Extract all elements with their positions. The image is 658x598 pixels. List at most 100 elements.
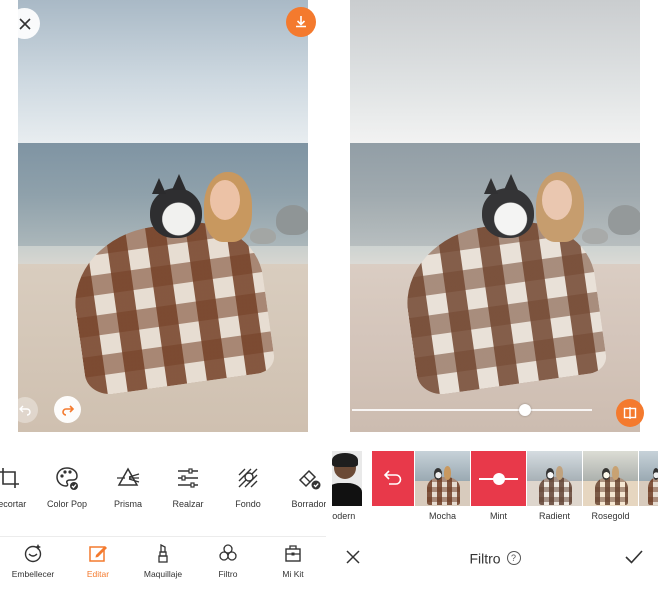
rock	[250, 228, 276, 244]
filter-preview-photo	[350, 0, 640, 432]
nav-label: Filtro	[218, 569, 238, 579]
thumb-dog	[601, 467, 611, 480]
nav-label: Editar	[86, 569, 110, 579]
kit-icon	[285, 545, 301, 562]
edit-icon	[89, 546, 107, 562]
filter-thumbnail	[415, 451, 470, 506]
bottom-nav: Embellecer Editar Maquillaje Filtro Mi K…	[0, 536, 326, 598]
tool-crop[interactable]: Recortar	[0, 459, 40, 515]
filter-reset[interactable]	[372, 451, 414, 527]
filter-label: Mint	[489, 511, 507, 521]
edited-photo	[18, 0, 308, 432]
person-hair	[332, 453, 358, 467]
filter-thumbnail	[332, 451, 362, 506]
filter-label: Mocha	[428, 511, 456, 521]
filter-title: Filtro?	[332, 549, 658, 566]
crop-icon	[0, 468, 19, 488]
nav-edit[interactable]: Editar	[66, 537, 130, 598]
nav-label: Mi Kit	[282, 569, 304, 579]
thumb-blanket	[647, 477, 658, 505]
filter-mint[interactable]: Mint	[471, 451, 526, 527]
prism-icon	[117, 467, 140, 486]
undo-arrow-icon	[383, 470, 402, 485]
filter-thumbnail	[639, 451, 658, 506]
tool-row: Recortar Color Pop Prisma Realzar Fondo …	[0, 459, 326, 515]
filter-next[interactable]	[639, 451, 658, 527]
tool-background[interactable]: Fondo	[217, 459, 279, 515]
eraser-icon	[298, 469, 321, 490]
help-icon[interactable]: ?	[506, 551, 521, 566]
palette-icon	[56, 467, 78, 490]
filter-action-bar: Filtro?	[332, 536, 658, 598]
tool-label: Realzar	[172, 499, 204, 509]
tool-label: Recortar	[0, 499, 27, 509]
thumb-dog	[433, 467, 443, 480]
filter-label: Rosegold	[591, 511, 630, 521]
tool-eraser[interactable]: Borrador	[278, 459, 326, 515]
redo-button[interactable]	[54, 396, 81, 423]
filter-intensity-slider[interactable]	[352, 409, 592, 411]
filter-thumbnail	[372, 451, 414, 506]
nav-beautify[interactable]: Embellecer	[1, 537, 65, 598]
dog	[482, 188, 534, 238]
nav-label: Maquillaje	[143, 569, 183, 579]
sky	[18, 0, 308, 143]
filter-modern[interactable]: Modern	[332, 451, 362, 527]
undo-button[interactable]	[12, 397, 38, 423]
sliders-icon	[178, 468, 198, 488]
woman-face	[210, 180, 240, 220]
filter-circles-icon	[219, 544, 237, 561]
filter-strip: Modern Mocha Mint Radie	[332, 451, 658, 527]
tool-enhance[interactable]: Realzar	[157, 459, 219, 515]
rock	[582, 228, 608, 244]
filter-mocha[interactable]: Mocha	[415, 451, 470, 527]
filter-label: Radient	[538, 511, 571, 521]
tool-label: Fondo	[235, 499, 261, 509]
dog-ear	[504, 174, 518, 190]
nav-my-kit[interactable]: Mi Kit	[261, 537, 325, 598]
thumb-woman	[611, 466, 620, 480]
filter-title-text: Filtro	[469, 550, 501, 567]
rock	[276, 205, 308, 235]
close-button[interactable]	[9, 8, 40, 39]
filter-thumbnail	[527, 451, 582, 506]
download-icon	[296, 16, 306, 28]
tool-color-pop[interactable]: Color Pop	[36, 459, 98, 515]
sky	[350, 0, 640, 143]
nav-label: Embellecer	[11, 569, 55, 579]
editor-screen: Recortar Color Pop Prisma Realzar Fondo …	[0, 0, 326, 598]
thumb-dog	[652, 467, 658, 480]
thumb-dog	[545, 467, 555, 480]
filter-thumbnail	[583, 451, 638, 506]
apply-check-icon[interactable]	[624, 548, 644, 566]
filter-label: Modern	[332, 511, 356, 521]
filter-thumbnail	[471, 451, 526, 506]
lipstick-icon	[158, 543, 168, 563]
rock	[608, 205, 640, 235]
background-icon	[238, 468, 258, 488]
undo-icon	[19, 405, 31, 416]
filter-rosegold[interactable]: Rosegold	[583, 451, 638, 527]
nav-makeup[interactable]: Maquillaje	[131, 537, 195, 598]
thumb-blanket	[427, 477, 461, 505]
thumb-blanket	[539, 477, 573, 505]
filter-screen: Modern Mocha Mint Radie	[332, 0, 658, 598]
slider-thumb[interactable]	[518, 404, 531, 416]
tool-label: Color Pop	[46, 499, 88, 509]
filter-radient[interactable]: Radient	[527, 451, 582, 527]
compare-button[interactable]	[616, 399, 644, 427]
download-button[interactable]	[286, 7, 316, 37]
dog-ear	[172, 174, 186, 190]
dog-ear	[484, 178, 498, 194]
nav-filter[interactable]: Filtro	[196, 537, 260, 598]
dog	[150, 188, 202, 238]
compare-icon	[623, 407, 637, 419]
tool-label: Prisma	[113, 499, 142, 509]
redo-icon	[61, 404, 74, 416]
beautify-icon	[24, 544, 42, 563]
close-icon	[18, 17, 31, 30]
tool-label: Borrador	[291, 499, 326, 509]
dog-ear	[152, 178, 166, 194]
person-body	[332, 483, 362, 506]
tool-prism[interactable]: Prisma	[97, 459, 159, 515]
